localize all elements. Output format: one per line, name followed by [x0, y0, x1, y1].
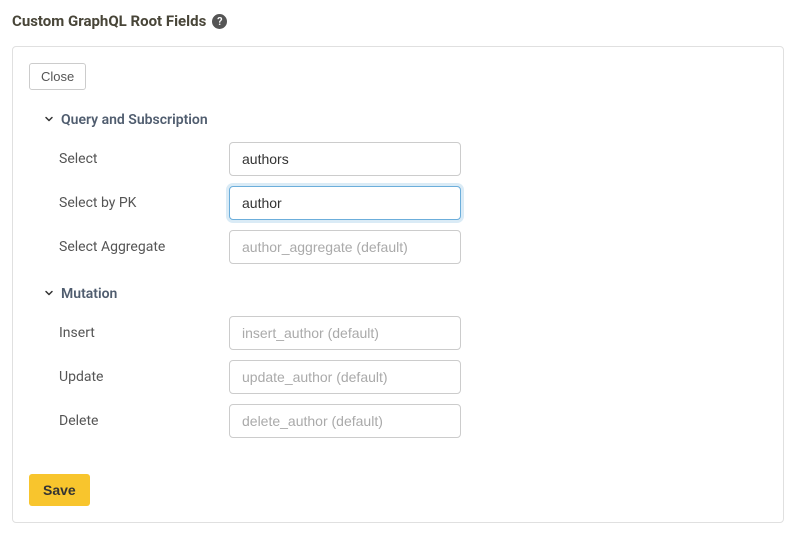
update-label: Update: [59, 369, 229, 385]
mutation-header[interactable]: Mutation: [43, 286, 767, 302]
section-title: Query and Subscription: [61, 112, 208, 128]
select-by-pk-label: Select by PK: [59, 195, 229, 211]
query-subscription-section: Query and Subscription Select Select by …: [43, 112, 767, 264]
save-button[interactable]: Save: [29, 474, 90, 506]
update-row: Update: [43, 360, 767, 394]
mutation-section: Mutation Insert Update Delete: [43, 286, 767, 438]
insert-row: Insert: [43, 316, 767, 350]
select-by-pk-input[interactable]: [229, 186, 461, 220]
insert-input[interactable]: [229, 316, 461, 350]
delete-row: Delete: [43, 404, 767, 438]
section-title: Mutation: [61, 286, 117, 302]
page-title-text: Custom GraphQL Root Fields: [12, 12, 206, 30]
root-fields-panel: Close Query and Subscription Select Sele…: [12, 46, 784, 523]
select-row: Select: [43, 142, 767, 176]
select-aggregate-label: Select Aggregate: [59, 239, 229, 255]
insert-label: Insert: [59, 325, 229, 341]
select-input[interactable]: [229, 142, 461, 176]
select-aggregate-input[interactable]: [229, 230, 461, 264]
help-icon[interactable]: ?: [212, 14, 227, 29]
chevron-down-icon: [43, 113, 55, 128]
select-aggregate-row: Select Aggregate: [43, 230, 767, 264]
select-by-pk-row: Select by PK: [43, 186, 767, 220]
page-title: Custom GraphQL Root Fields ?: [12, 12, 784, 30]
chevron-down-icon: [43, 287, 55, 302]
close-button[interactable]: Close: [29, 63, 86, 90]
update-input[interactable]: [229, 360, 461, 394]
select-label: Select: [59, 151, 229, 167]
delete-input[interactable]: [229, 404, 461, 438]
query-subscription-header[interactable]: Query and Subscription: [43, 112, 767, 128]
delete-label: Delete: [59, 413, 229, 429]
